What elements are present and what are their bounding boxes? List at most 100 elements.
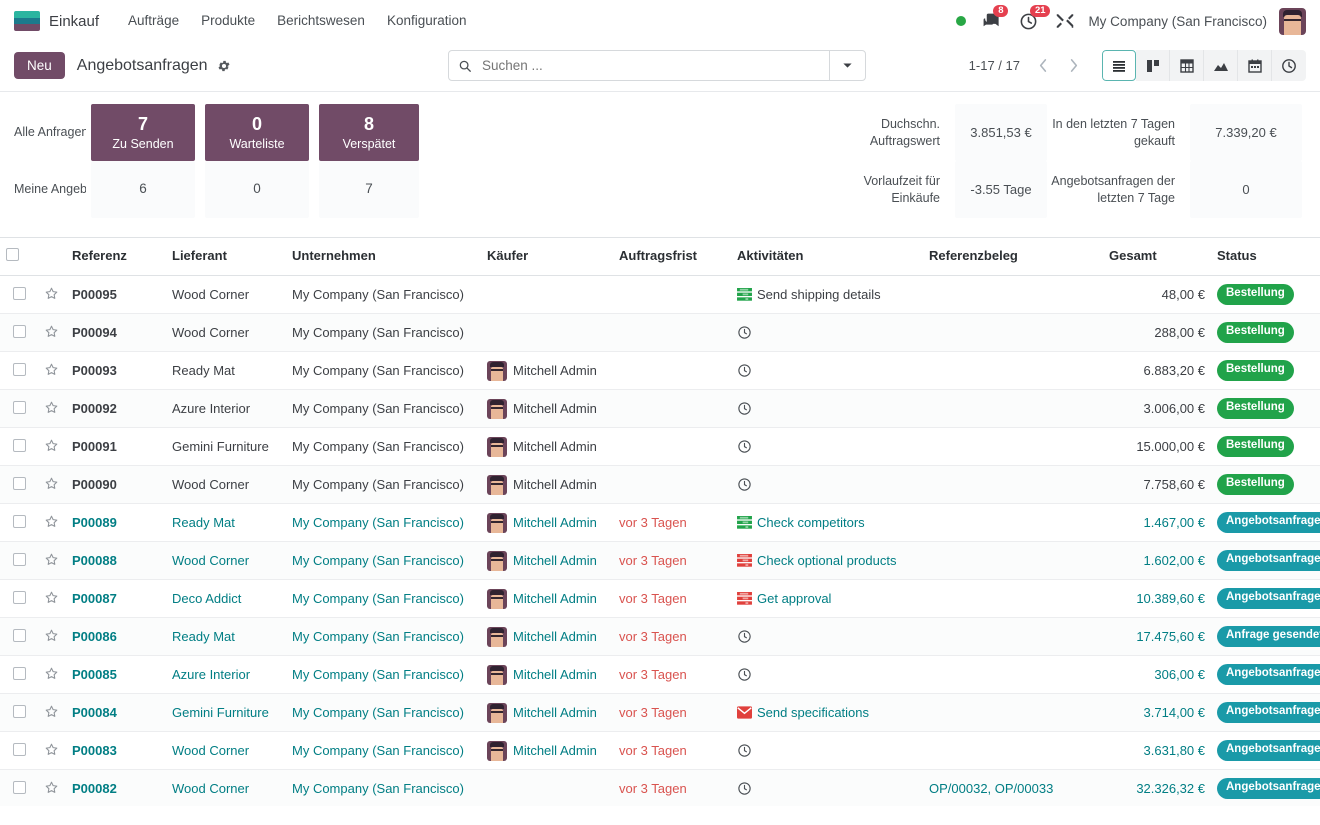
cell-auftragsfrist[interactable]: vor 3 Tagen xyxy=(613,503,731,542)
kpi-value-avg-order-value[interactable]: 3.851,53 € xyxy=(955,104,1047,161)
row-checkbox[interactable] xyxy=(12,514,26,528)
favorite-star-icon[interactable] xyxy=(44,438,59,453)
header-unternehmen[interactable]: Unternehmen xyxy=(286,238,481,276)
cell-lieferant[interactable]: Wood Corner xyxy=(166,769,286,806)
header-referenzbeleg[interactable]: Referenzbeleg xyxy=(923,238,1103,276)
row-select-cell[interactable] xyxy=(0,693,38,732)
cell-lieferant[interactable]: Wood Corner xyxy=(166,731,286,770)
cell-gesamt[interactable]: 3.631,80 € xyxy=(1103,731,1211,770)
cell-aktivitaeten[interactable] xyxy=(731,731,923,770)
cell-status[interactable]: Anfrage gesendet xyxy=(1211,617,1320,656)
cell-lieferant[interactable]: Wood Corner xyxy=(166,465,286,504)
cell-unternehmen[interactable]: My Company (San Francisco) xyxy=(286,465,481,504)
cell-lieferant[interactable]: Ready Mat xyxy=(166,351,286,390)
cell-kaeufer[interactable]: Mitchell Admin xyxy=(481,617,613,656)
cell-status[interactable]: Angebotsanfrage xyxy=(1211,541,1320,580)
cell-lieferant[interactable]: Ready Mat xyxy=(166,503,286,542)
cell-auftragsfrist[interactable]: vor 3 Tagen xyxy=(613,655,731,694)
cell-status[interactable]: Bestellung xyxy=(1211,389,1320,428)
cell-lieferant[interactable]: Wood Corner xyxy=(166,313,286,352)
header-status[interactable]: Status xyxy=(1211,238,1320,276)
cell-status[interactable]: Angebotsanfrage xyxy=(1211,693,1320,732)
header-lieferant[interactable]: Lieferant xyxy=(166,238,286,276)
table-row[interactable]: P00083 Wood Corner My Company (San Francis… xyxy=(0,731,1320,770)
cell-kaeufer[interactable]: Mitchell Admin xyxy=(481,503,613,542)
cell-aktivitaeten[interactable] xyxy=(731,389,923,428)
cell-referenzbeleg[interactable] xyxy=(923,731,1103,770)
kpi-tile-mine-warteliste[interactable]: 0 xyxy=(205,161,309,218)
favorite-star-icon[interactable] xyxy=(44,362,59,377)
cell-referenz[interactable]: P00093 xyxy=(66,351,166,390)
view-button-kanban[interactable] xyxy=(1136,50,1170,81)
row-checkbox[interactable] xyxy=(12,286,26,300)
header-gesamt[interactable]: Gesamt xyxy=(1103,238,1211,276)
cell-status[interactable]: Angebotsanfrage xyxy=(1211,769,1320,806)
cell-auftragsfrist[interactable]: vor 3 Tagen xyxy=(613,731,731,770)
row-checkbox[interactable] xyxy=(12,476,26,490)
favorite-star-icon[interactable] xyxy=(44,704,59,719)
row-checkbox[interactable] xyxy=(12,628,26,642)
table-row[interactable]: P00093 Ready Mat My Company (San Francisco… xyxy=(0,351,1320,390)
cell-gesamt[interactable]: 1.467,00 € xyxy=(1103,503,1211,542)
row-select-cell[interactable] xyxy=(0,731,38,770)
cell-lieferant[interactable]: Gemini Furniture xyxy=(166,427,286,466)
row-favorite-cell[interactable] xyxy=(38,503,66,542)
company-switcher[interactable]: My Company (San Francisco) xyxy=(1088,14,1267,29)
kpi-value-lead-time[interactable]: -3.55 Tage xyxy=(955,161,1047,218)
nav-item-produkte[interactable]: Produkte xyxy=(190,0,266,42)
row-favorite-cell[interactable] xyxy=(38,655,66,694)
row-select-cell[interactable] xyxy=(0,503,38,542)
favorite-star-icon[interactable] xyxy=(44,324,59,339)
search-bar[interactable] xyxy=(448,50,866,81)
cell-unternehmen[interactable]: My Company (San Francisco) xyxy=(286,693,481,732)
row-select-cell[interactable] xyxy=(0,427,38,466)
cell-aktivitaeten[interactable]: Send specifications xyxy=(731,693,923,732)
cell-unternehmen[interactable]: My Company (San Francisco) xyxy=(286,579,481,618)
cell-auftragsfrist[interactable]: vor 3 Tagen xyxy=(613,541,731,580)
table-row[interactable]: P00085 Azure Interior My Company (San Fran… xyxy=(0,655,1320,694)
cell-referenz[interactable]: P00089 xyxy=(66,503,166,542)
table-row[interactable]: P00082 Wood Corner My Company (San Francis… xyxy=(0,769,1320,806)
cell-gesamt[interactable]: 6.883,20 € xyxy=(1103,351,1211,390)
row-checkbox[interactable] xyxy=(12,590,26,604)
row-favorite-cell[interactable] xyxy=(38,579,66,618)
cell-referenz[interactable]: P00091 xyxy=(66,427,166,466)
cell-kaeufer[interactable] xyxy=(481,769,613,806)
cell-referenzbeleg[interactable] xyxy=(923,503,1103,542)
favorite-star-icon[interactable] xyxy=(44,514,59,529)
cell-referenzbeleg[interactable] xyxy=(923,655,1103,694)
table-row[interactable]: P00090 Wood Corner My Company (San Francis… xyxy=(0,465,1320,504)
view-button-pivot[interactable] xyxy=(1170,50,1204,81)
header-kaeufer[interactable]: Käufer xyxy=(481,238,613,276)
cell-gesamt[interactable]: 48,00 € xyxy=(1103,275,1211,314)
row-favorite-cell[interactable] xyxy=(38,617,66,656)
kpi-tile-mine-zu-senden[interactable]: 6 xyxy=(91,161,195,218)
header-auftragsfrist[interactable]: Auftragsfrist xyxy=(613,238,731,276)
cell-referenzbeleg[interactable] xyxy=(923,465,1103,504)
table-row[interactable]: P00095 Wood Corner My Company (San Francis… xyxy=(0,275,1320,314)
cell-unternehmen[interactable]: My Company (San Francisco) xyxy=(286,617,481,656)
cell-auftragsfrist[interactable]: vor 3 Tagen xyxy=(613,579,731,618)
cell-auftragsfrist[interactable]: vor 3 Tagen xyxy=(613,769,731,806)
row-select-cell[interactable] xyxy=(0,313,38,352)
row-favorite-cell[interactable] xyxy=(38,693,66,732)
cell-kaeufer[interactable]: Mitchell Admin xyxy=(481,465,613,504)
cell-gesamt[interactable]: 3.714,00 € xyxy=(1103,693,1211,732)
cell-referenz[interactable]: P00083 xyxy=(66,731,166,770)
favorite-star-icon[interactable] xyxy=(44,628,59,643)
table-row[interactable]: P00091 Gemini Furniture My Company (San Fr… xyxy=(0,427,1320,466)
cell-auftragsfrist[interactable] xyxy=(613,313,731,352)
row-favorite-cell[interactable] xyxy=(38,427,66,466)
cell-referenz[interactable]: P00082 xyxy=(66,769,166,806)
cell-unternehmen[interactable]: My Company (San Francisco) xyxy=(286,541,481,580)
row-checkbox[interactable] xyxy=(12,742,26,756)
list-view-container[interactable]: Referenz Lieferant Unternehmen Käufer Au… xyxy=(0,238,1320,806)
cell-kaeufer[interactable] xyxy=(481,275,613,314)
cell-aktivitaeten[interactable] xyxy=(731,465,923,504)
row-favorite-cell[interactable] xyxy=(38,275,66,314)
row-checkbox[interactable] xyxy=(12,400,26,414)
favorite-star-icon[interactable] xyxy=(44,552,59,567)
activities-button[interactable]: 21 xyxy=(1019,4,1051,31)
row-select-cell[interactable] xyxy=(0,655,38,694)
cell-referenzbeleg[interactable] xyxy=(923,427,1103,466)
